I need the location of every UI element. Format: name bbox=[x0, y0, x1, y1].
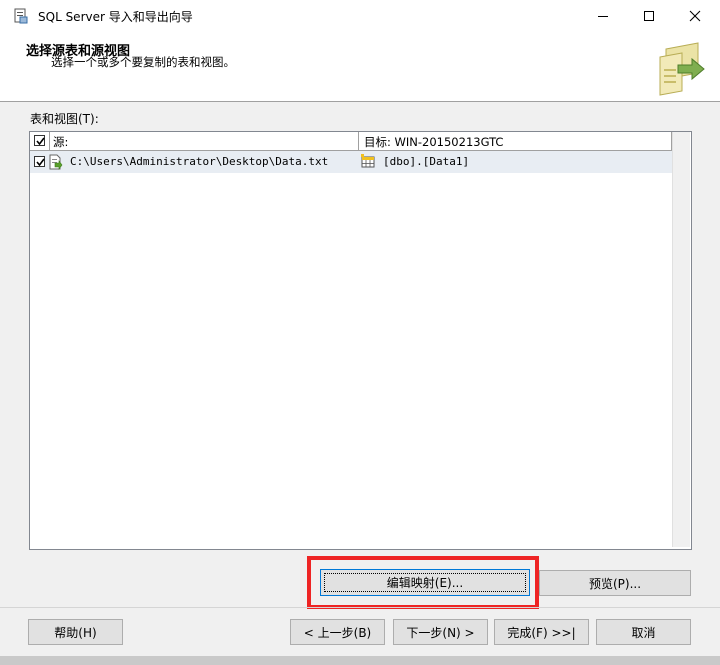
back-button[interactable]: < 上一步(B) bbox=[290, 619, 385, 645]
footer-separator bbox=[0, 607, 720, 608]
select-all-cell bbox=[30, 132, 50, 150]
next-label: 下一步(N) > bbox=[406, 625, 475, 640]
cancel-button[interactable]: 取消 bbox=[596, 619, 691, 645]
close-icon bbox=[689, 10, 701, 21]
window-title: SQL Server 导入和导出向导 bbox=[38, 10, 193, 24]
title-bar: SQL Server 导入和导出向导 bbox=[0, 0, 720, 31]
back-label: < 上一步(B) bbox=[303, 625, 372, 640]
tables-views-label: 表和视图(T): bbox=[30, 112, 99, 126]
maximize-button[interactable] bbox=[626, 0, 672, 31]
close-button[interactable] bbox=[672, 0, 718, 31]
destination-column-label: 目标: WIN-20150213GTC bbox=[364, 135, 504, 149]
highlight-annotation bbox=[307, 556, 539, 609]
page-subtitle: 选择一个或多个要复制的表和视图。 bbox=[51, 55, 235, 69]
row-checkbox[interactable] bbox=[34, 156, 45, 167]
source-column-header[interactable]: 源: bbox=[50, 132, 359, 150]
destination-table[interactable]: [dbo].[Data1] bbox=[383, 155, 469, 168]
wizard-logo-icon bbox=[659, 42, 705, 96]
checkmark-icon bbox=[36, 158, 45, 167]
preview-button[interactable]: 预览(P)... bbox=[539, 570, 691, 596]
cancel-label: 取消 bbox=[631, 625, 656, 640]
grid-header: 源: 目标: WIN-20150213GTC bbox=[30, 132, 672, 151]
destination-column-header[interactable]: 目标: WIN-20150213GTC bbox=[359, 132, 672, 150]
next-button[interactable]: 下一步(N) > bbox=[393, 619, 488, 645]
wizard-app-icon bbox=[14, 8, 28, 24]
table-row[interactable]: C:\Users\Administrator\Desktop\Data.txt … bbox=[30, 151, 672, 173]
preview-label: 预览(P)... bbox=[588, 576, 642, 591]
help-label: 帮助(H) bbox=[54, 625, 97, 640]
select-all-checkbox[interactable] bbox=[34, 135, 45, 146]
minimize-icon bbox=[598, 15, 608, 17]
minimize-button[interactable] bbox=[580, 0, 626, 31]
table-icon bbox=[361, 154, 375, 168]
finish-label: 完成(F) >>| bbox=[507, 625, 576, 640]
tables-grid[interactable]: 源: 目标: WIN-20150213GTC C:\Users\Administ… bbox=[29, 131, 692, 550]
grid-scrollbar[interactable] bbox=[672, 132, 690, 547]
background-strip bbox=[0, 656, 720, 665]
source-column-label: 源: bbox=[53, 135, 69, 149]
wizard-header: 选择源表和源视图 选择一个或多个要复制的表和视图。 bbox=[0, 31, 720, 102]
maximize-icon bbox=[644, 10, 654, 21]
checkmark-icon bbox=[36, 137, 45, 146]
help-button[interactable]: 帮助(H) bbox=[28, 619, 123, 645]
finish-button[interactable]: 完成(F) >>| bbox=[494, 619, 589, 645]
flat-file-source-icon bbox=[49, 154, 63, 170]
source-path[interactable]: C:\Users\Administrator\Desktop\Data.txt bbox=[70, 155, 328, 168]
